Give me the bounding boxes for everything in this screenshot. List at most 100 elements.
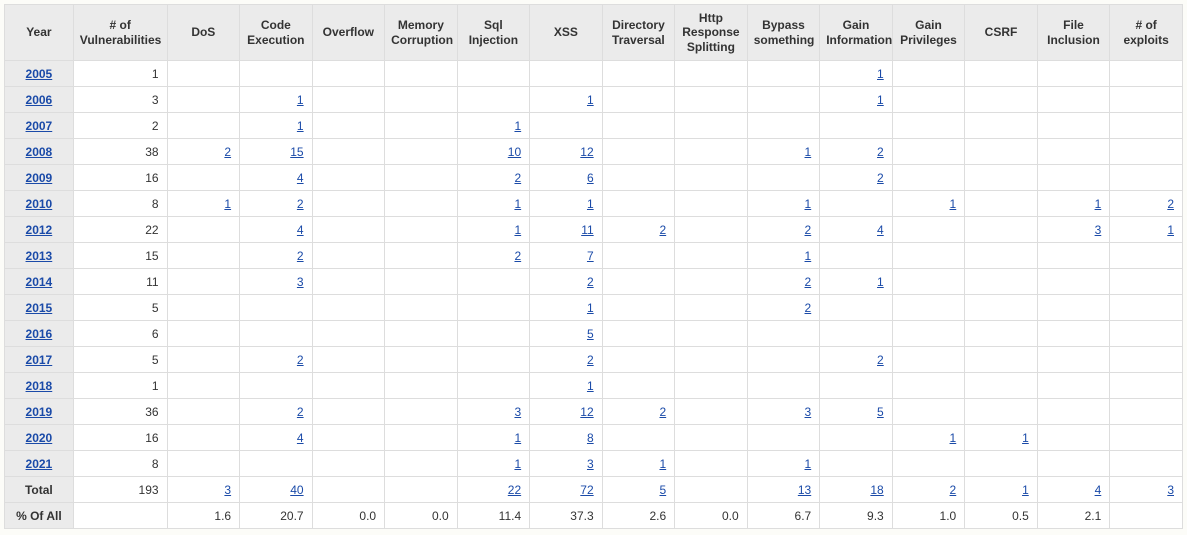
cell-xss[interactable]: 12 xyxy=(530,399,603,425)
year-cell[interactable]: 2017 xyxy=(5,347,74,373)
cell-sqli-link[interactable]: 1 xyxy=(514,119,521,133)
cell-dos-link[interactable]: 2 xyxy=(224,145,231,159)
cell-gainpriv[interactable]: 1 xyxy=(892,425,965,451)
cell-xss[interactable]: 8 xyxy=(530,425,603,451)
cell-file[interactable]: 1 xyxy=(1037,191,1110,217)
year-cell[interactable]: 2019 xyxy=(5,399,74,425)
cell-xss-link[interactable]: 2 xyxy=(587,353,594,367)
total-file[interactable]: 4 xyxy=(1037,477,1110,503)
cell-dir-link[interactable]: 2 xyxy=(659,405,666,419)
year-link[interactable]: 2021 xyxy=(26,457,53,471)
cell-code-link[interactable]: 2 xyxy=(297,197,304,211)
cell-code-link[interactable]: 2 xyxy=(297,249,304,263)
year-cell[interactable]: 2005 xyxy=(5,61,74,87)
cell-sqli-link[interactable]: 2 xyxy=(514,171,521,185)
year-cell[interactable]: 2018 xyxy=(5,373,74,399)
cell-code-link[interactable]: 15 xyxy=(290,145,303,159)
year-cell[interactable]: 2010 xyxy=(5,191,74,217)
cell-file-link[interactable]: 1 xyxy=(1095,197,1102,211)
cell-gaininfo[interactable]: 2 xyxy=(820,165,893,191)
cell-file-link[interactable]: 3 xyxy=(1095,223,1102,237)
cell-gaininfo[interactable]: 2 xyxy=(820,139,893,165)
cell-sqli-link[interactable]: 1 xyxy=(514,197,521,211)
cell-xss-link[interactable]: 12 xyxy=(580,145,593,159)
cell-byp-link[interactable]: 2 xyxy=(805,275,812,289)
cell-code-link[interactable]: 2 xyxy=(297,353,304,367)
cell-xss[interactable]: 6 xyxy=(530,165,603,191)
cell-byp-link[interactable]: 1 xyxy=(805,145,812,159)
cell-xss-link[interactable]: 1 xyxy=(587,379,594,393)
cell-gaininfo[interactable]: 2 xyxy=(820,347,893,373)
year-cell[interactable]: 2021 xyxy=(5,451,74,477)
total-csrf-link[interactable]: 1 xyxy=(1022,483,1029,497)
year-link[interactable]: 2018 xyxy=(26,379,53,393)
cell-code[interactable]: 1 xyxy=(240,113,313,139)
cell-xss-link[interactable]: 3 xyxy=(587,457,594,471)
total-dir-link[interactable]: 5 xyxy=(659,483,666,497)
year-link[interactable]: 2014 xyxy=(26,275,53,289)
cell-sqli-link[interactable]: 3 xyxy=(514,405,521,419)
year-link[interactable]: 2007 xyxy=(26,119,53,133)
cell-code[interactable]: 15 xyxy=(240,139,313,165)
cell-dos-link[interactable]: 1 xyxy=(224,197,231,211)
cell-xss[interactable]: 3 xyxy=(530,451,603,477)
total-gaininfo[interactable]: 18 xyxy=(820,477,893,503)
cell-byp[interactable]: 1 xyxy=(747,451,820,477)
total-dos[interactable]: 3 xyxy=(167,477,240,503)
cell-byp-link[interactable]: 1 xyxy=(805,197,812,211)
year-link[interactable]: 2019 xyxy=(26,405,53,419)
cell-xss-link[interactable]: 6 xyxy=(587,171,594,185)
total-gaininfo-link[interactable]: 18 xyxy=(870,483,883,497)
total-xss-link[interactable]: 72 xyxy=(580,483,593,497)
cell-byp[interactable]: 2 xyxy=(747,217,820,243)
cell-dir-link[interactable]: 2 xyxy=(659,223,666,237)
cell-code-link[interactable]: 4 xyxy=(297,171,304,185)
cell-gaininfo[interactable]: 5 xyxy=(820,399,893,425)
cell-gaininfo-link[interactable]: 1 xyxy=(877,93,884,107)
year-cell[interactable]: 2012 xyxy=(5,217,74,243)
cell-code[interactable]: 2 xyxy=(240,347,313,373)
cell-byp-link[interactable]: 2 xyxy=(805,223,812,237)
cell-exploits-link[interactable]: 1 xyxy=(1167,223,1174,237)
year-link[interactable]: 2009 xyxy=(26,171,53,185)
cell-byp[interactable]: 2 xyxy=(747,295,820,321)
cell-code[interactable]: 4 xyxy=(240,165,313,191)
total-dos-link[interactable]: 3 xyxy=(224,483,231,497)
cell-code[interactable]: 1 xyxy=(240,87,313,113)
cell-code[interactable]: 4 xyxy=(240,425,313,451)
year-cell[interactable]: 2015 xyxy=(5,295,74,321)
total-gainpriv-link[interactable]: 2 xyxy=(950,483,957,497)
cell-gaininfo-link[interactable]: 5 xyxy=(877,405,884,419)
cell-gaininfo-link[interactable]: 2 xyxy=(877,171,884,185)
total-byp-link[interactable]: 13 xyxy=(798,483,811,497)
cell-xss-link[interactable]: 2 xyxy=(587,275,594,289)
cell-gaininfo-link[interactable]: 2 xyxy=(877,353,884,367)
cell-csrf[interactable]: 1 xyxy=(965,425,1038,451)
cell-dir[interactable]: 1 xyxy=(602,451,675,477)
total-exploits-link[interactable]: 3 xyxy=(1167,483,1174,497)
cell-exploits[interactable]: 1 xyxy=(1110,217,1183,243)
cell-code[interactable]: 2 xyxy=(240,399,313,425)
year-link[interactable]: 2015 xyxy=(26,301,53,315)
cell-xss[interactable]: 5 xyxy=(530,321,603,347)
cell-code[interactable]: 2 xyxy=(240,191,313,217)
year-link[interactable]: 2010 xyxy=(26,197,53,211)
cell-sqli[interactable]: 10 xyxy=(457,139,530,165)
cell-gaininfo-link[interactable]: 4 xyxy=(877,223,884,237)
year-link[interactable]: 2012 xyxy=(26,223,53,237)
cell-code-link[interactable]: 1 xyxy=(297,119,304,133)
cell-code-link[interactable]: 2 xyxy=(297,405,304,419)
cell-dos[interactable]: 1 xyxy=(167,191,240,217)
cell-xss[interactable]: 2 xyxy=(530,347,603,373)
cell-gaininfo[interactable]: 1 xyxy=(820,269,893,295)
cell-xss[interactable]: 11 xyxy=(530,217,603,243)
year-cell[interactable]: 2020 xyxy=(5,425,74,451)
cell-byp[interactable]: 1 xyxy=(747,139,820,165)
cell-code[interactable]: 4 xyxy=(240,217,313,243)
cell-sqli[interactable]: 2 xyxy=(457,165,530,191)
cell-code[interactable]: 2 xyxy=(240,243,313,269)
cell-sqli[interactable]: 1 xyxy=(457,113,530,139)
cell-code-link[interactable]: 4 xyxy=(297,431,304,445)
year-cell[interactable]: 2006 xyxy=(5,87,74,113)
cell-xss[interactable]: 1 xyxy=(530,295,603,321)
